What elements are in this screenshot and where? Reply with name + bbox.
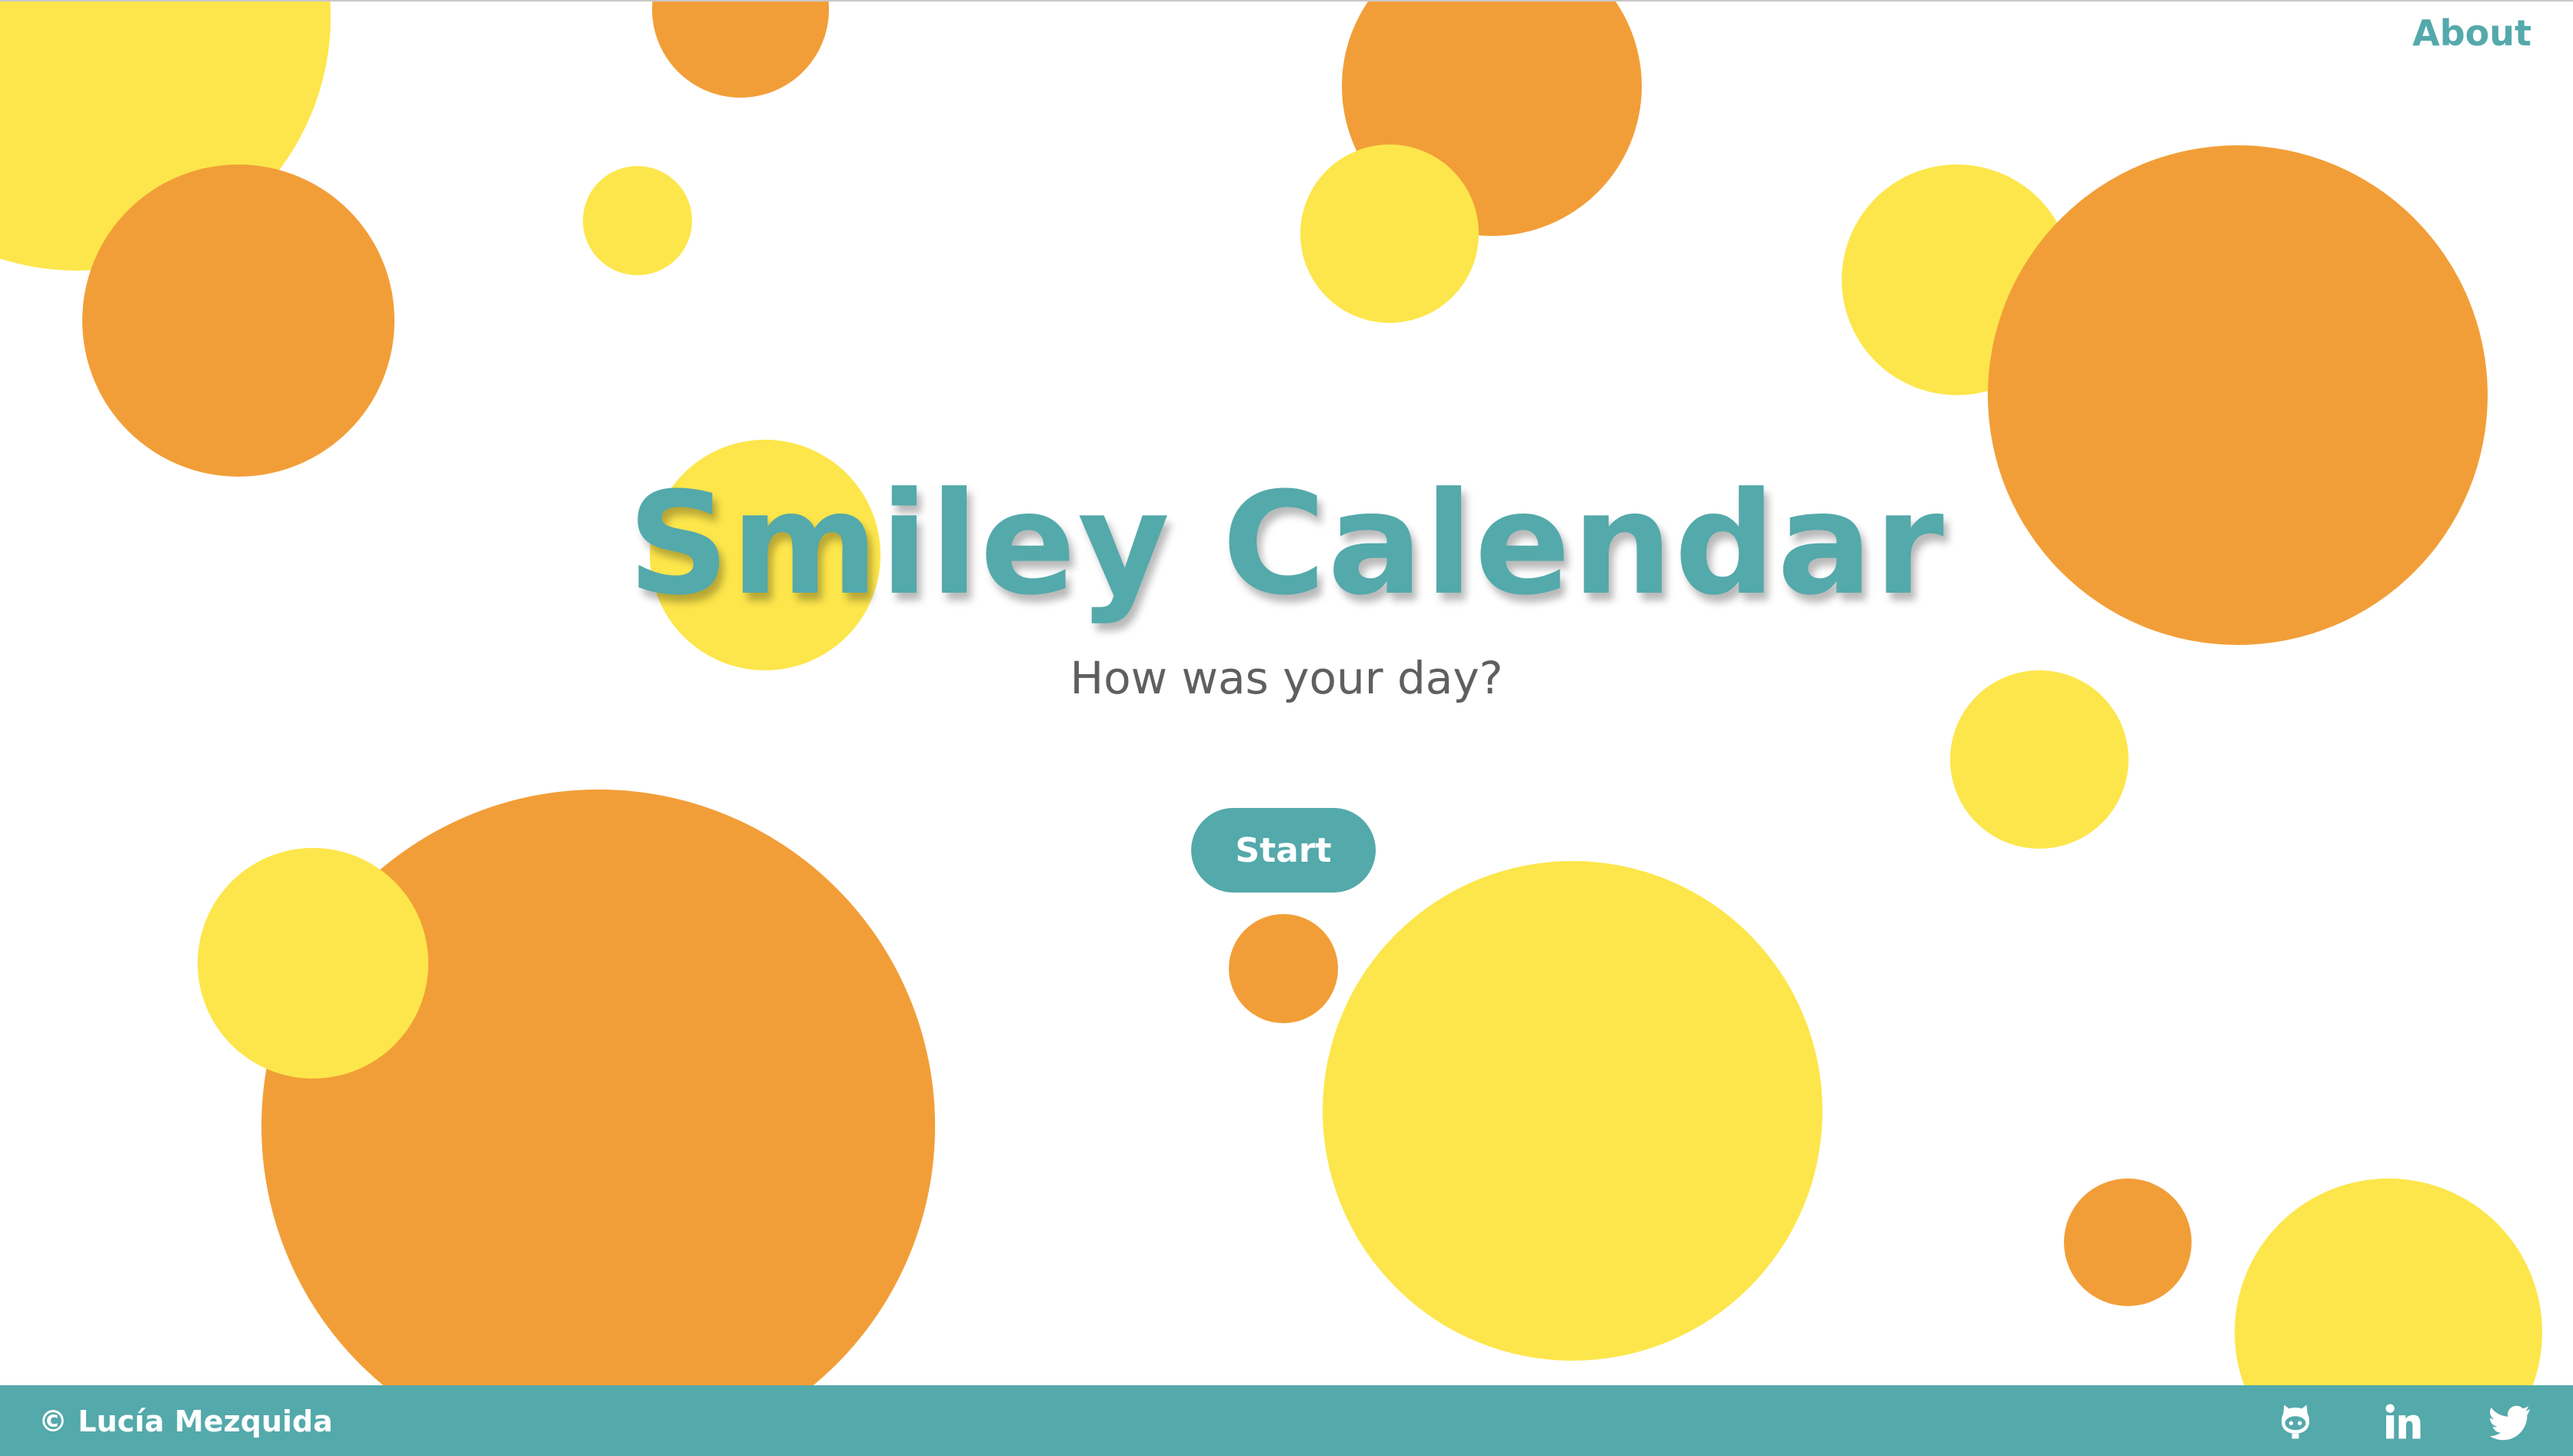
page-title: Smiley Calendar (627, 462, 1946, 627)
bubble (1300, 145, 1479, 323)
bubble (1323, 861, 1822, 1361)
about-link[interactable]: About (2412, 12, 2531, 54)
bubble (198, 848, 428, 1079)
bubble (1229, 914, 1338, 1023)
footer: © Lucía Mezquida (0, 1385, 2573, 1456)
linkedin-link[interactable] (2382, 1401, 2424, 1442)
bubble (82, 165, 394, 477)
bubble (2064, 1178, 2192, 1306)
hero: Smiley Calendar How was your day? (0, 460, 2573, 709)
landing-page: About Smiley Calendar How was your day? … (0, 0, 2573, 1456)
github-icon (2282, 1404, 2309, 1439)
bubble (652, 2, 829, 98)
twitter-icon (2490, 1405, 2530, 1441)
github-link[interactable] (2275, 1401, 2316, 1442)
twitter-link[interactable] (2490, 1401, 2531, 1442)
decorative-bubbles (0, 2, 2542, 1456)
social-links (2275, 1401, 2531, 1442)
bubble (583, 166, 692, 275)
linkedin-icon (2385, 1404, 2421, 1439)
start-button[interactable]: Start (1191, 808, 1376, 893)
copyright-text: © Lucía Mezquida (38, 1404, 333, 1438)
page-subtitle: How was your day? (1070, 652, 1503, 704)
